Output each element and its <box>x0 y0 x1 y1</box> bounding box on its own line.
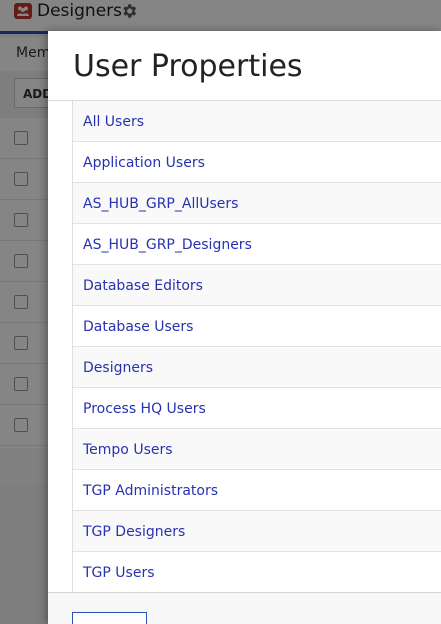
group-link[interactable]: AS_HUB_GRP_AllUsers <box>83 195 238 213</box>
group-link[interactable]: Database Users <box>83 318 193 336</box>
group-link[interactable]: All Users <box>83 113 144 131</box>
group-link[interactable]: Application Users <box>83 154 205 172</box>
list-item: AS_HUB_GRP_AllUsers <box>73 183 441 224</box>
group-link[interactable]: Tempo Users <box>83 441 173 459</box>
list-item: Process HQ Users <box>73 388 441 429</box>
group-link[interactable]: Database Editors <box>83 277 203 295</box>
list-item: Database Editors <box>73 265 441 306</box>
group-link[interactable]: Designers <box>83 359 153 377</box>
group-link[interactable]: TGP Designers <box>83 523 185 541</box>
list-item: Database Users <box>73 306 441 347</box>
group-link[interactable]: TGP Users <box>83 564 155 582</box>
group-link[interactable]: Process HQ Users <box>83 400 206 418</box>
group-link[interactable]: AS_HUB_GRP_Designers <box>83 236 252 254</box>
list-item: Tempo Users <box>73 429 441 470</box>
close-button[interactable] <box>72 612 147 624</box>
list-item: TGP Designers <box>73 511 441 552</box>
list-item: TGP Users <box>73 552 441 593</box>
list-item: All Users <box>73 101 441 142</box>
dialog-title: User Properties <box>73 49 303 84</box>
group-list: All Users Application Users AS_HUB_GRP_A… <box>72 101 441 621</box>
dialog-footer <box>48 593 441 624</box>
group-link[interactable]: TGP Administrators <box>83 482 218 500</box>
list-item: AS_HUB_GRP_Designers <box>73 224 441 265</box>
list-item: TGP Administrators <box>73 470 441 511</box>
list-item: Designers <box>73 347 441 388</box>
user-properties-dialog: User Properties All Users Application Us… <box>48 31 441 624</box>
list-item: Application Users <box>73 142 441 183</box>
